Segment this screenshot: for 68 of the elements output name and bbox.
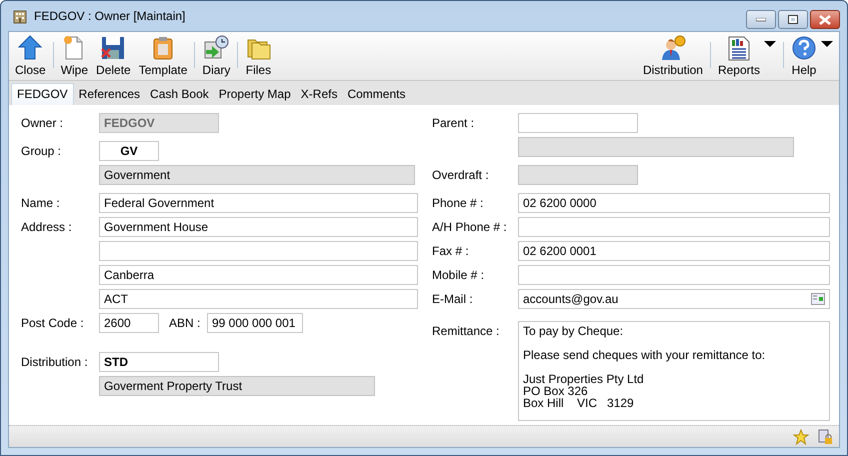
text-field[interactable]: ACT — [99, 289, 418, 309]
building-icon — [12, 8, 28, 24]
field-label: Name : — [21, 196, 60, 210]
text-field[interactable]: 2600 — [99, 313, 159, 333]
code-field[interactable]: GV — [99, 141, 159, 161]
field-label: Distribution : — [21, 355, 88, 369]
tab[interactable]: FEDGOV — [11, 83, 74, 105]
readonly-field[interactable]: Goverment Property Trust — [99, 376, 375, 396]
text-field[interactable]: 99 000 000 001 — [207, 313, 303, 333]
envelope-card-icon — [811, 293, 825, 305]
field-label: Remittance : — [432, 324, 500, 338]
close-icon[interactable] — [819, 14, 831, 24]
code-field[interactable]: STD — [99, 352, 219, 372]
readonly-field[interactable]: Government — [99, 165, 415, 185]
text-field[interactable] — [99, 241, 418, 261]
close-button[interactable] — [810, 10, 840, 29]
template-button[interactable]: Template — [134, 32, 192, 80]
field-label: Owner : — [21, 116, 64, 130]
field-label: Group : — [21, 144, 62, 158]
tab[interactable]: Comments — [342, 84, 410, 105]
text-field[interactable]: 02 6200 0000 — [518, 193, 830, 213]
readonly-field[interactable] — [518, 165, 638, 185]
arrow-up-icon — [17, 35, 44, 61]
person-coin-icon — [660, 35, 686, 61]
field-label: Overdraft : — [432, 168, 489, 182]
caret-icon[interactable] — [821, 40, 833, 46]
reports-button[interactable]: Reports — [714, 32, 780, 80]
tab[interactable]: Cash Book — [145, 84, 214, 105]
wipe-button[interactable]: Wipe — [56, 32, 92, 80]
tab[interactable]: Property Map — [214, 84, 296, 105]
close-button[interactable]: Close — [11, 32, 50, 80]
star-icon[interactable] — [791, 426, 811, 446]
report-chart-icon — [726, 35, 752, 61]
text-field[interactable] — [518, 265, 830, 285]
email-field[interactable]: accounts@gov.au — [518, 289, 830, 309]
help-button[interactable]: Help — [787, 32, 837, 80]
field-label: A/H Phone # : — [432, 220, 507, 234]
minimize-button[interactable] — [746, 10, 776, 29]
text-field[interactable]: Canberra — [99, 265, 418, 285]
owner-code-field[interactable]: FEDGOV — [99, 113, 219, 133]
field-label: Parent : — [432, 116, 474, 130]
text-field[interactable]: Federal Government — [99, 193, 418, 213]
text-field[interactable] — [518, 113, 638, 133]
text-field[interactable]: Government House — [99, 217, 418, 237]
maximize-button[interactable] — [778, 10, 808, 29]
maximize-icon[interactable] — [788, 15, 798, 24]
field-label: ABN : — [168, 315, 202, 332]
minimize-icon[interactable] — [756, 18, 766, 22]
field-label: Mobile # : — [432, 268, 484, 282]
text-field[interactable] — [518, 217, 830, 237]
field-label: Fax # : — [432, 244, 469, 258]
tab[interactable]: References — [74, 84, 146, 105]
field-label: Post Code : — [21, 316, 84, 330]
field-label: Address : — [21, 220, 72, 234]
text-field[interactable]: 02 6200 0001 — [518, 241, 830, 261]
remittance-field[interactable]: To pay by Cheque: Please send cheques with your remittance to: Just Properties Pty Ltd PO Box 326 Box Hill VIC 3129 — [518, 321, 830, 421]
readonly-field[interactable] — [518, 137, 794, 157]
distribution-button[interactable]: Distribution — [638, 32, 707, 80]
help-icon — [791, 35, 817, 61]
caret-icon[interactable] — [764, 40, 776, 46]
delete-button[interactable]: Delete — [92, 32, 135, 80]
tab[interactable]: X-Refs — [296, 84, 342, 105]
field-label: Phone # : — [432, 196, 484, 210]
calendar-clock-icon — [203, 35, 230, 61]
diary-button[interactable]: Diary — [198, 32, 234, 80]
window-title: FEDGOV : Owner [Maintain] — [34, 8, 186, 25]
field-label: E-Mail : — [432, 292, 473, 306]
files-button[interactable]: Files — [241, 32, 276, 80]
